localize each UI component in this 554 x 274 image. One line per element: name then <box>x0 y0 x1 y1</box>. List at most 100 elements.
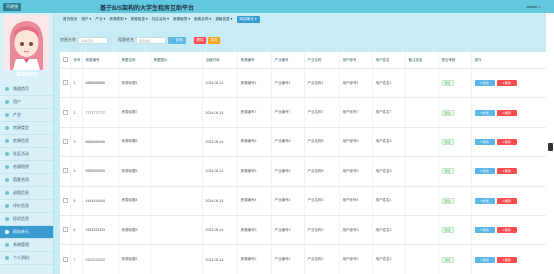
delete-button[interactable]: ✕ 删除 <box>496 197 517 204</box>
sidebar-item-site-unit[interactable]: 网站单元 <box>0 226 53 239</box>
cell-remark <box>405 244 439 274</box>
sidebar-item-users[interactable]: 用户 <box>0 96 53 109</box>
row-checkbox[interactable] <box>63 197 68 203</box>
delete-button[interactable]: ✕ 删除 <box>496 80 517 87</box>
cell-index: 6 <box>70 215 83 246</box>
edit-button[interactable]: ✎ 修改 <box>474 80 495 87</box>
sidebar-item-label: 退租信息 <box>13 190 29 195</box>
sidebar-item-house-info[interactable]: 房源信息 <box>0 135 53 148</box>
nav-item[interactable]: 房源租赁 ▾ <box>173 17 190 22</box>
edit-button[interactable]: ✎ 修改 <box>474 168 495 175</box>
sidebar-item-label: 社区活动 <box>13 151 29 156</box>
cell-index: 3 <box>70 127 83 158</box>
nav-item[interactable]: 用户 ▾ <box>81 17 91 22</box>
cell-rent-time: 2024-05-14 <box>202 156 238 187</box>
col-header: 操作 <box>471 52 546 69</box>
status-badge: 通过 <box>441 197 454 204</box>
sidebar-item-profile[interactable]: 个人资料 <box>0 252 53 265</box>
row-checkbox[interactable] <box>63 256 68 262</box>
delete-button[interactable]: ✕ 删除 <box>496 138 517 145</box>
nav-item[interactable]: 租客合同 ▾ <box>194 17 211 22</box>
sidebar-item-label: 房源类型 <box>13 125 29 130</box>
cell-house-number: 房源编号4 <box>237 186 272 216</box>
cell-industry-name: 产业名称4 <box>304 186 340 216</box>
nav-item[interactable]: 退租信息 ▾ <box>215 17 232 22</box>
sidebar-item-label: 产业 <box>13 112 21 117</box>
delete-button[interactable]: ✕ 删除 <box>496 227 517 234</box>
select-all-checkbox[interactable] <box>63 57 68 62</box>
delete-button[interactable]: ✕ 删除 <box>496 168 517 175</box>
query-button[interactable]: 🔍 查询 <box>168 36 186 44</box>
sidebar-item-community[interactable]: 社区活动 <box>0 148 53 161</box>
edit-button[interactable]: ✎ 修改 <box>474 138 495 145</box>
cell-remark <box>405 127 439 158</box>
batch-delete-button[interactable]: 删除 <box>194 36 206 44</box>
col-header: 用户姓名 <box>372 52 406 69</box>
cell-audit: 通过 <box>438 215 472 246</box>
search-label-house-name: 房屋名称 <box>60 37 76 42</box>
nav-item[interactable]: 首页首页 <box>63 17 77 22</box>
sidebar-item-home[interactable]: 频道首页 <box>0 83 53 96</box>
sidebar-item-rental[interactable]: 房源租赁 <box>0 161 53 174</box>
cell-remark <box>405 156 439 187</box>
sidebar-item-contract[interactable]: 租客合同 <box>0 174 53 187</box>
search-bar: 房屋名称 房屋名称 租客姓名 租客姓名 🔍 查询 删除 导出 <box>60 35 220 45</box>
cell-select <box>60 215 71 246</box>
cell-actions: ✎ 修改 ✕ 删除 <box>471 127 546 158</box>
export-button[interactable]: 导出 <box>208 36 220 44</box>
nav-item[interactable]: 房源类型 ▾ <box>109 17 126 22</box>
sidebar-item-checkout[interactable]: 退租信息 <box>0 187 53 200</box>
nav-item[interactable]: 房源信息 ▾ <box>131 17 148 22</box>
cell-industry-code: 产业编号6 <box>271 127 305 158</box>
edit-button[interactable]: ✎ 修改 <box>474 227 495 234</box>
table-row: 6 3333333333 房源标题3 2024-05-14 房源编号3 产业编号3 产业名称… <box>60 215 546 246</box>
sidebar-item-complaint[interactable]: 投诉信息 <box>0 213 53 226</box>
row-checkbox[interactable] <box>63 227 68 233</box>
cell-select <box>60 156 71 187</box>
tenant-name-input[interactable]: 租客姓名 <box>136 36 166 44</box>
cell-house-code: 2222222222 <box>82 244 119 274</box>
nav-item[interactable]: 产业 ▾ <box>95 17 105 22</box>
cell-house-code: 6666666666 <box>82 127 119 158</box>
scroll-thumb[interactable] <box>548 143 553 151</box>
nav-item[interactable]: 社区活动 ▾ <box>152 17 169 22</box>
edit-button[interactable]: ✎ 修改 <box>474 109 495 116</box>
house-name-input[interactable]: 房屋名称 <box>78 36 108 44</box>
cell-industry-code: 产业编号7 <box>271 97 305 128</box>
cell-industry-code: 产业编号3 <box>271 215 305 246</box>
status-badge: 通过 <box>441 256 454 263</box>
cell-user-account: 用户帐号4 <box>339 186 373 216</box>
delete-button[interactable]: ✕ 删除 <box>496 256 517 263</box>
cell-user-account: 用户帐号2 <box>339 244 373 274</box>
right-scrollbar[interactable] <box>546 13 554 274</box>
sidebar-item-review[interactable]: 评价信息 <box>0 200 53 213</box>
user-menu[interactable]: admin ▾ <box>526 4 540 9</box>
cell-industry-code: 产业编号2 <box>271 244 305 274</box>
sidebar-username: admin <box>16 71 37 78</box>
cell-industry-name: 产业名称7 <box>304 97 340 128</box>
sidebar-item-house-type[interactable]: 房源类型 <box>0 122 53 135</box>
cell-rent-time: 2024-05-14 <box>202 97 238 128</box>
row-checkbox[interactable] <box>63 109 68 115</box>
cell-house-name: 房源标题6 <box>118 127 151 158</box>
col-header: 是否审核 <box>438 52 472 69</box>
cell-actions: ✎ 修改 ✕ 删除 <box>471 156 546 187</box>
edit-button[interactable]: ✎ 修改 <box>474 256 495 263</box>
nav-item-current[interactable]: 网站单元 ▾ <box>236 15 260 23</box>
delete-button[interactable]: ✕ 删除 <box>496 109 517 116</box>
cell-audit: 通过 <box>438 244 472 274</box>
calendar-icon <box>5 152 9 156</box>
cell-index: 4 <box>70 156 83 187</box>
user-icon <box>5 100 9 104</box>
cell-user-name: 用户姓名4 <box>372 186 406 216</box>
row-checkbox[interactable] <box>63 168 68 174</box>
sidebar-item-industry[interactable]: 产业 <box>0 109 53 122</box>
cell-remark <box>405 97 439 128</box>
row-checkbox[interactable] <box>63 80 68 86</box>
row-checkbox[interactable] <box>63 138 68 144</box>
cell-industry-name: 产业名称1 <box>304 68 340 99</box>
cell-house-number: 房源编号2 <box>237 244 272 274</box>
edit-button[interactable]: ✎ 修改 <box>474 197 495 204</box>
sidebar-item-system[interactable]: 系统管理 <box>0 239 53 252</box>
user-name: admin <box>526 4 538 9</box>
